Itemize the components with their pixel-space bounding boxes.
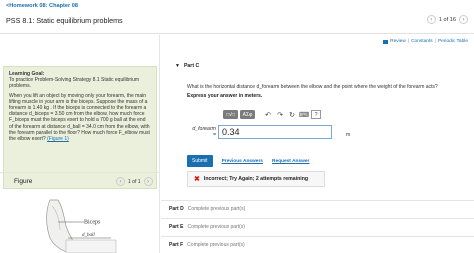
part-d-row[interactable]: Part D Complete previous part(s) [161, 200, 474, 216]
part-status: Complete previous part(s) [187, 241, 245, 248]
math-toolbar: □√□ AΣφ ↶ ↷ ↻ ⌨ ? [223, 110, 321, 119]
top-bar: <Homework 08: Chapter 08 PSS 8.1: Static… [0, 0, 474, 34]
request-answer-link[interactable]: Request Answer [272, 159, 309, 164]
page-title: PSS 8.1: Static equilibrium problems [6, 16, 123, 25]
greek-symbols-button[interactable]: AΣφ [240, 110, 255, 119]
templates-button[interactable]: □√□ [223, 110, 238, 119]
part-f-row[interactable]: Part F Complete previous part(s) [161, 236, 474, 252]
unit-label: m [346, 132, 351, 138]
review-link[interactable]: Review [390, 39, 406, 44]
part-status: Complete previous part(s) [187, 205, 246, 212]
back-to-homework-link[interactable]: <Homework 08: Chapter 08 [6, 3, 78, 9]
learning-goal-body-text: When you lift an object by moving only y… [9, 92, 150, 143]
figure-label: Figure [14, 178, 33, 185]
part-name: Part D [169, 205, 184, 212]
learning-goal-box: Learning Goal: To practice Problem-Solvi… [3, 66, 157, 189]
undo-icon[interactable]: ↶ [263, 110, 273, 119]
chevron-left-icon[interactable]: ‹ [116, 177, 125, 186]
part-status: Complete previous part(s) [187, 223, 245, 230]
problem-pager: ‹ 1 of 16 › [426, 15, 468, 24]
question-text: What is the horizontal distance d_forear… [187, 84, 438, 90]
part-c-title: Part C [183, 63, 200, 69]
answer-input[interactable] [218, 125, 332, 139]
biceps-label: Biceps [84, 220, 101, 226]
figure-pager: ‹ 1 of 1 › [116, 177, 153, 186]
chevron-left-icon[interactable]: ‹ [426, 15, 436, 24]
learning-goal-line1: To practice Problem-Solving Strategy 8.1… [9, 77, 140, 90]
feedback-box: ✖ Incorrect; Try Again; 2 attempts remai… [187, 171, 325, 187]
figure-bar: Figure ‹ 1 of 1 › [0, 172, 160, 190]
right-pane: Review | Constants | Periodic Table ▼ Pa… [161, 35, 474, 253]
dball-label: d_ball [82, 233, 95, 238]
learning-goal-body: When you lift an object by moving only y… [9, 93, 151, 143]
part-name: Part E [169, 223, 184, 230]
top-links: Review | Constants | Periodic Table [383, 39, 468, 44]
separator: | [434, 39, 436, 44]
constants-link[interactable]: Constants [411, 39, 433, 44]
review-icon [383, 39, 389, 44]
pager-text: 1 of 16 [438, 16, 456, 23]
periodic-table-link[interactable]: Periodic Table [438, 39, 468, 44]
part-c-header[interactable]: ▼ Part C [175, 63, 199, 69]
help-button[interactable]: ? [311, 110, 321, 119]
figure-pager-text: 1 of 1 [128, 178, 141, 185]
collapse-triangle-icon: ▼ [175, 63, 180, 69]
submit-button[interactable]: Submit [187, 155, 213, 167]
redo-icon[interactable]: ↷ [275, 110, 285, 119]
incorrect-x-icon: ✖ [194, 176, 200, 183]
separator: | [407, 39, 410, 44]
part-e-row[interactable]: Part E Complete previous part(s) [161, 218, 474, 234]
part-name: Part F [169, 241, 184, 248]
arm-figure-image: Biceps d_ball [46, 199, 117, 253]
figure-link[interactable]: (Figure 1) [47, 136, 69, 142]
answer-actions: Submit Previous Answers Request Answer [187, 155, 309, 167]
feedback-text: Incorrect; Try Again; 2 attempts remaini… [203, 176, 309, 182]
answer-row: d_forearm = [190, 125, 332, 139]
chevron-right-icon[interactable]: › [143, 177, 153, 186]
previous-answers-link[interactable]: Previous Answers [222, 159, 263, 164]
keyboard-icon[interactable]: ⌨ [299, 110, 309, 119]
variable-label: d_forearm = [192, 126, 216, 138]
reset-icon[interactable]: ↻ [287, 110, 297, 119]
express-instruction: Express your answer in meters. [187, 93, 263, 99]
chevron-right-icon[interactable]: › [459, 15, 468, 24]
